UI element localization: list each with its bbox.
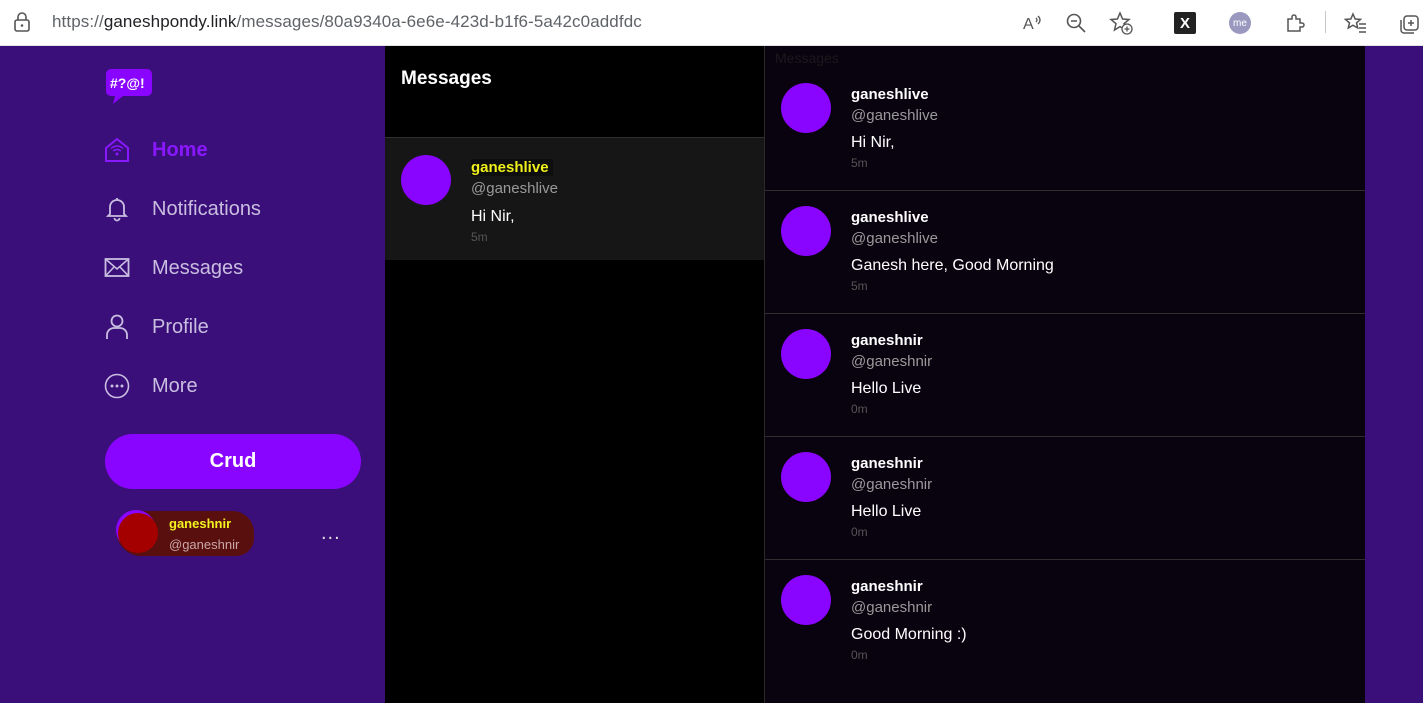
lock-icon[interactable] (13, 12, 31, 32)
x-extension-label: X (1174, 12, 1196, 34)
url-prefix: https:// (52, 12, 104, 31)
home-icon (104, 137, 130, 163)
sidebar: #?@! Home Notifications Messages Profile… (0, 46, 385, 703)
conversation-preview: Hi Nir, (471, 208, 515, 225)
avatar[interactable] (781, 452, 831, 502)
message-text: Hi Nir, (851, 134, 895, 151)
avatar (401, 155, 451, 205)
avatar[interactable] (781, 83, 831, 133)
svg-text:A: A (1023, 16, 1034, 33)
url-host: ganeshpondy.link (103, 12, 237, 31)
favorites-icon[interactable] (1344, 11, 1368, 35)
thread-message: ganeshlive @ganeshlive Ganesh here, Good… (765, 191, 1365, 314)
message-author-name: ganeshnir (851, 332, 923, 349)
avatar[interactable] (781, 329, 831, 379)
nav-messages-label: Messages (152, 256, 244, 279)
nav-more[interactable]: More (104, 368, 198, 404)
nav-notifications-label: Notifications (152, 197, 261, 220)
avatar[interactable] (781, 206, 831, 256)
message-text: Ganesh here, Good Morning (851, 257, 1054, 274)
message-time: 5m (851, 279, 868, 293)
thread-header: Messages (775, 50, 839, 66)
message-author-name: ganeshlive (851, 209, 929, 226)
user-icon (104, 314, 130, 340)
message-time: 5m (851, 156, 868, 170)
message-time: 0m (851, 648, 868, 662)
account-more-button[interactable]: ... (321, 522, 341, 545)
browser-toolbar: https://ganeshpondy.link/messages/80a934… (0, 0, 1423, 46)
message-text: Hello Live (851, 380, 922, 397)
message-time: 0m (851, 525, 868, 539)
message-author-name: ganeshnir (851, 455, 923, 472)
message-author-name: ganeshlive (851, 86, 929, 103)
url-path: /messages/80a9340a-6e6e-423d-b1f6-5a42c0… (236, 12, 642, 31)
avatar[interactable] (118, 513, 158, 553)
conversation-item[interactable]: ganeshlive @ganeshlive Hi Nir, 5m (385, 138, 765, 260)
message-thread: Messages ganeshlive @ganeshlive Hi Nir, … (764, 46, 1365, 703)
message-author-handle: @ganeshnir (851, 476, 933, 493)
app-logo-text: #?@! (110, 75, 145, 91)
thread-message: ganeshlive @ganeshlive Hi Nir, 5m (765, 68, 1365, 191)
extensions-puzzle-icon[interactable] (1283, 11, 1307, 35)
conversation-handle: @ganeshlive (471, 180, 558, 197)
zoom-out-icon[interactable] (1064, 11, 1088, 35)
message-author-handle: @ganeshlive (851, 230, 938, 247)
read-aloud-icon[interactable]: A (1020, 11, 1044, 35)
thread-message: ganeshnir @ganeshnir Hello Live 0m (765, 437, 1365, 560)
bell-icon (104, 196, 130, 222)
more-circle-icon (104, 373, 130, 399)
favorite-add-icon[interactable] (1109, 11, 1133, 35)
thread-message: ganeshnir @ganeshnir Hello Live 0m (765, 314, 1365, 437)
nav-messages[interactable]: Messages (104, 250, 243, 286)
mail-icon (104, 255, 130, 281)
current-user-name: ganeshnir (169, 516, 232, 531)
message-text: Hello Live (851, 503, 922, 520)
message-time: 0m (851, 402, 868, 416)
toolbar-separator (1325, 11, 1326, 33)
nav-profile-label: Profile (152, 315, 209, 338)
message-author-handle: @ganeshnir (851, 353, 933, 370)
nav-profile[interactable]: Profile (104, 309, 209, 345)
me-extension-label: me (1229, 12, 1251, 34)
message-author-name: ganeshnir (851, 578, 923, 595)
collections-icon[interactable] (1399, 11, 1423, 35)
avatar[interactable] (781, 575, 831, 625)
me-extension-icon[interactable]: me (1228, 11, 1252, 35)
message-text: Good Morning :) (851, 626, 967, 643)
nav-notifications[interactable]: Notifications (104, 191, 261, 227)
address-bar[interactable]: https://ganeshpondy.link/messages/80a934… (52, 12, 642, 32)
page-gutter (1365, 46, 1423, 703)
nav-more-label: More (152, 374, 198, 397)
message-author-handle: @ganeshlive (851, 107, 938, 124)
conversation-time: 5m (471, 230, 488, 244)
crud-button[interactable]: Crud (105, 434, 361, 489)
conversation-name: ganeshlive (471, 159, 553, 176)
app-logo[interactable]: #?@! (105, 67, 153, 107)
message-author-handle: @ganeshnir (851, 599, 933, 616)
current-user-handle: @ganeshnir (169, 537, 240, 552)
messages-panel: Messages ganeshlive @ganeshlive Hi Nir, … (385, 46, 765, 703)
nav-home[interactable]: Home (104, 132, 208, 168)
x-extension-icon[interactable]: X (1173, 11, 1197, 35)
thread-message: ganeshnir @ganeshnir Good Morning :) 0m (765, 560, 1365, 683)
nav-home-label: Home (152, 138, 208, 161)
page-title: Messages (401, 68, 492, 89)
